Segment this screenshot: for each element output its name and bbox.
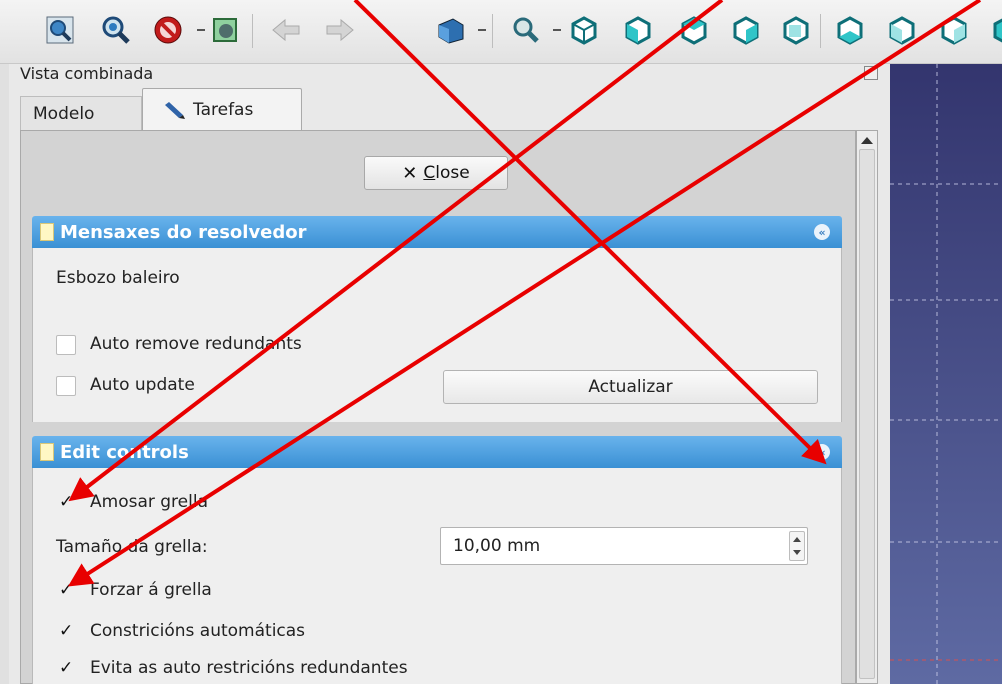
tab-model[interactable]: Modelo xyxy=(20,96,142,130)
snap-to-grid-checkbox[interactable] xyxy=(56,580,76,602)
edit-controls-title: Edit controls xyxy=(60,441,189,463)
solver-messages-title: Mensaxes do resolvedor xyxy=(60,221,307,243)
auto-constraints-label: Constricións automáticas xyxy=(90,621,306,641)
toolbar-separator xyxy=(820,14,821,48)
scroll-handle[interactable] xyxy=(859,149,875,679)
avoid-redundant-checkbox[interactable] xyxy=(56,658,76,680)
sketch-grid xyxy=(890,64,1002,684)
vertical-scrollbar[interactable] xyxy=(856,130,878,684)
close-button[interactable]: ✕ Close xyxy=(364,156,508,190)
document-icon xyxy=(40,443,54,461)
pencil-icon xyxy=(165,101,185,119)
show-grid-checkbox[interactable] xyxy=(56,492,76,514)
snap-to-grid-label: Forzar á grella xyxy=(90,580,212,600)
fit-selection-icon[interactable] xyxy=(98,12,134,48)
close-label-mnemonic: C xyxy=(423,163,436,183)
show-grid-label: Amosar grella xyxy=(90,492,208,512)
grid-size-spinbox[interactable]: 10,00 mm xyxy=(440,527,808,565)
auto-constraints-checkbox[interactable] xyxy=(56,621,76,643)
draw-style-dropdown-icon[interactable] xyxy=(197,26,205,34)
axonometric-view-icon[interactable] xyxy=(936,12,972,48)
right-view-icon[interactable] xyxy=(728,12,764,48)
view-icon-partial[interactable] xyxy=(988,12,1002,48)
close-label-rest: lose xyxy=(435,163,470,183)
spin-buttons[interactable] xyxy=(789,531,805,561)
undock-icon[interactable] xyxy=(864,66,878,80)
solver-messages-header[interactable]: Mensaxes do resolvedor « xyxy=(32,216,842,248)
panel-title: Vista combinada xyxy=(20,64,154,83)
auto-remove-redundants-checkbox[interactable] xyxy=(56,335,76,355)
avoid-redundant-label: Evita as auto restricións redundantes xyxy=(90,658,408,678)
draw-style-icon[interactable] xyxy=(150,12,186,48)
view-toolbar xyxy=(0,0,1002,64)
left-view-icon[interactable] xyxy=(884,12,920,48)
tab-tasks-label: Tarefas xyxy=(193,99,254,120)
spin-up-icon[interactable] xyxy=(793,537,801,542)
workbench-icon[interactable] xyxy=(432,12,468,48)
auto-update-label: Auto update xyxy=(90,375,195,395)
edit-controls-header[interactable]: Edit controls « xyxy=(32,436,842,468)
auto-remove-redundants-label: Auto remove redundants xyxy=(90,334,302,354)
spin-down-icon[interactable] xyxy=(793,550,801,555)
grid-size-value: 10,00 mm xyxy=(453,536,541,556)
forward-icon[interactable] xyxy=(322,12,358,48)
3d-view[interactable] xyxy=(890,64,1002,684)
top-view-icon[interactable] xyxy=(676,12,712,48)
zoom-icon[interactable] xyxy=(508,12,544,48)
app-window: Vista combinada Modelo Tarefas ✕ Close M… xyxy=(0,0,1002,684)
toolbar-separator xyxy=(492,14,493,48)
tab-tasks[interactable]: Tarefas xyxy=(142,88,302,130)
isometric-view-icon[interactable] xyxy=(566,12,602,48)
workbench-dropdown-icon[interactable] xyxy=(478,26,486,34)
tab-model-label: Modelo xyxy=(33,103,95,124)
scroll-up-arrow-icon[interactable] xyxy=(861,137,873,144)
update-button[interactable]: Actualizar xyxy=(443,370,818,404)
rear-view-icon[interactable] xyxy=(778,12,814,48)
collapse-icon[interactable]: « xyxy=(814,444,830,460)
collapse-icon[interactable]: « xyxy=(814,224,830,240)
bottom-view-icon[interactable] xyxy=(832,12,868,48)
document-icon xyxy=(40,223,54,241)
bounding-box-icon[interactable] xyxy=(207,12,243,48)
fit-all-icon[interactable] xyxy=(42,12,78,48)
x-icon: ✕ xyxy=(402,162,418,184)
auto-update-checkbox[interactable] xyxy=(56,376,76,396)
solver-status-text: Esbozo baleiro xyxy=(56,268,180,288)
zoom-dropdown-icon[interactable] xyxy=(553,26,561,34)
front-view-icon[interactable] xyxy=(620,12,656,48)
toolbar-separator xyxy=(252,14,253,48)
grid-size-label: Tamaño da grella: xyxy=(56,537,208,557)
back-icon[interactable] xyxy=(268,12,304,48)
